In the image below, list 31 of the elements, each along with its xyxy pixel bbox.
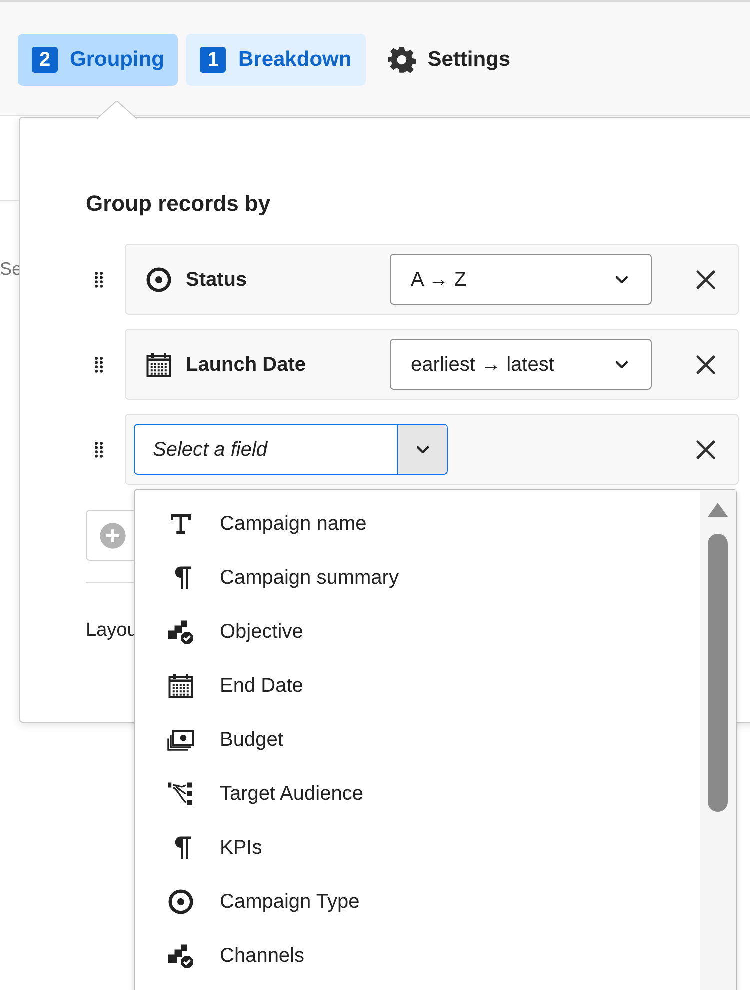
target-icon [166, 887, 196, 917]
count-badge: 1 [200, 46, 226, 72]
sort-select[interactable]: A → Z [390, 254, 652, 305]
field-combobox[interactable]: Select a field [134, 424, 448, 475]
sort-select[interactable]: earliest → latest [390, 339, 652, 390]
field-name: Status [186, 268, 248, 292]
drag-handle-icon[interactable] [94, 356, 104, 374]
scrollbar[interactable] [700, 490, 736, 990]
tab[interactable]: 1 Breakdown [186, 34, 366, 86]
drag-handle-icon[interactable] [94, 270, 104, 288]
tab[interactable]: Settings [374, 34, 525, 86]
drag-handle-icon[interactable] [94, 440, 104, 458]
settings-icon [388, 46, 416, 74]
tab[interactable]: 2 Grouping [18, 34, 178, 86]
dropdown-option[interactable]: Campaign summary [135, 551, 700, 605]
popover-heading: Group records by [86, 190, 272, 218]
close-icon [695, 438, 717, 460]
dropdown-option[interactable]: KPIs [135, 821, 700, 875]
field-name: Launch Date [186, 352, 306, 378]
count-badge: 2 [32, 46, 58, 72]
dropdown-option[interactable]: Channels [135, 929, 700, 983]
dropdown-option[interactable]: End Date [135, 659, 700, 713]
dropdown-option[interactable]: Campaign Type [135, 875, 700, 929]
calendar-icon [166, 671, 196, 701]
close-icon [695, 354, 717, 376]
dropdown-option[interactable]: Target Audience [135, 767, 700, 821]
dropdown-option[interactable]: Objective [135, 605, 700, 659]
dropdown-option[interactable]: Campaign name [135, 497, 700, 551]
scroll-up-icon[interactable] [707, 502, 729, 518]
dropdown-option[interactable]: Budget [135, 713, 700, 767]
close-icon [695, 268, 717, 290]
